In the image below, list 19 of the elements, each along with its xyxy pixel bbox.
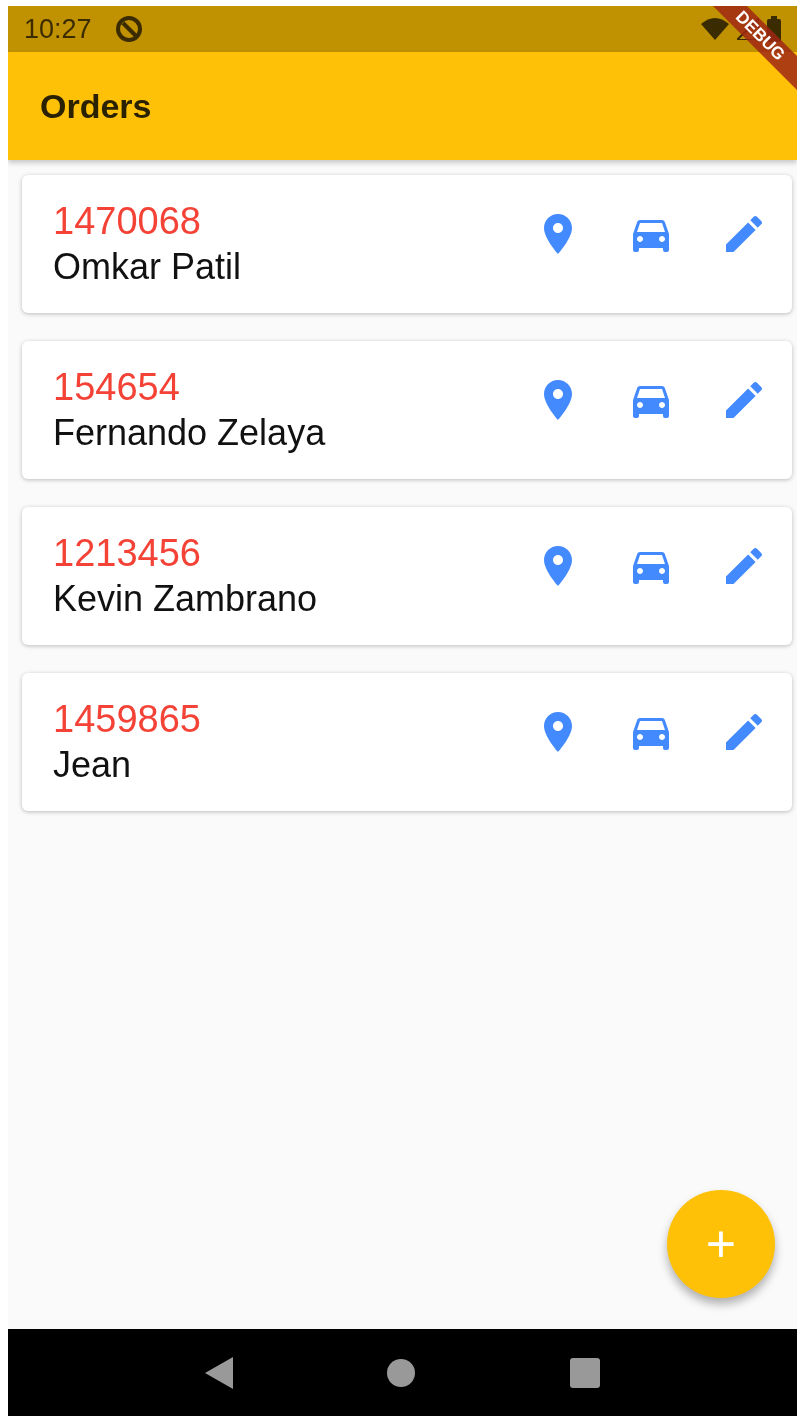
ring-icon xyxy=(113,14,144,44)
order-card[interactable]: 1470068 Omkar Patil xyxy=(22,175,792,313)
status-time: 10:27 xyxy=(24,13,92,45)
customer-name: Omkar Patil xyxy=(53,245,243,289)
order-number: 1470068 xyxy=(53,199,202,244)
order-number: 1213456 xyxy=(53,531,202,576)
customer-name: Kevin Zambrano xyxy=(53,577,319,621)
recents-icon xyxy=(569,1357,600,1388)
back-icon xyxy=(205,1356,234,1389)
app-title: Orders xyxy=(40,86,152,126)
customer-name: Fernando Zelaya xyxy=(53,411,327,455)
wifi-icon xyxy=(701,18,729,40)
order-number: 1459865 xyxy=(53,697,202,742)
customer-name: Jean xyxy=(53,743,133,787)
order-card[interactable]: 1213456 Kevin Zambrano xyxy=(22,507,792,645)
order-number: 154654 xyxy=(53,365,181,410)
order-card[interactable]: 1459865 Jean xyxy=(22,673,792,811)
order-card[interactable]: 154654 Fernando Zelaya xyxy=(22,341,792,479)
home-icon xyxy=(387,1358,416,1387)
